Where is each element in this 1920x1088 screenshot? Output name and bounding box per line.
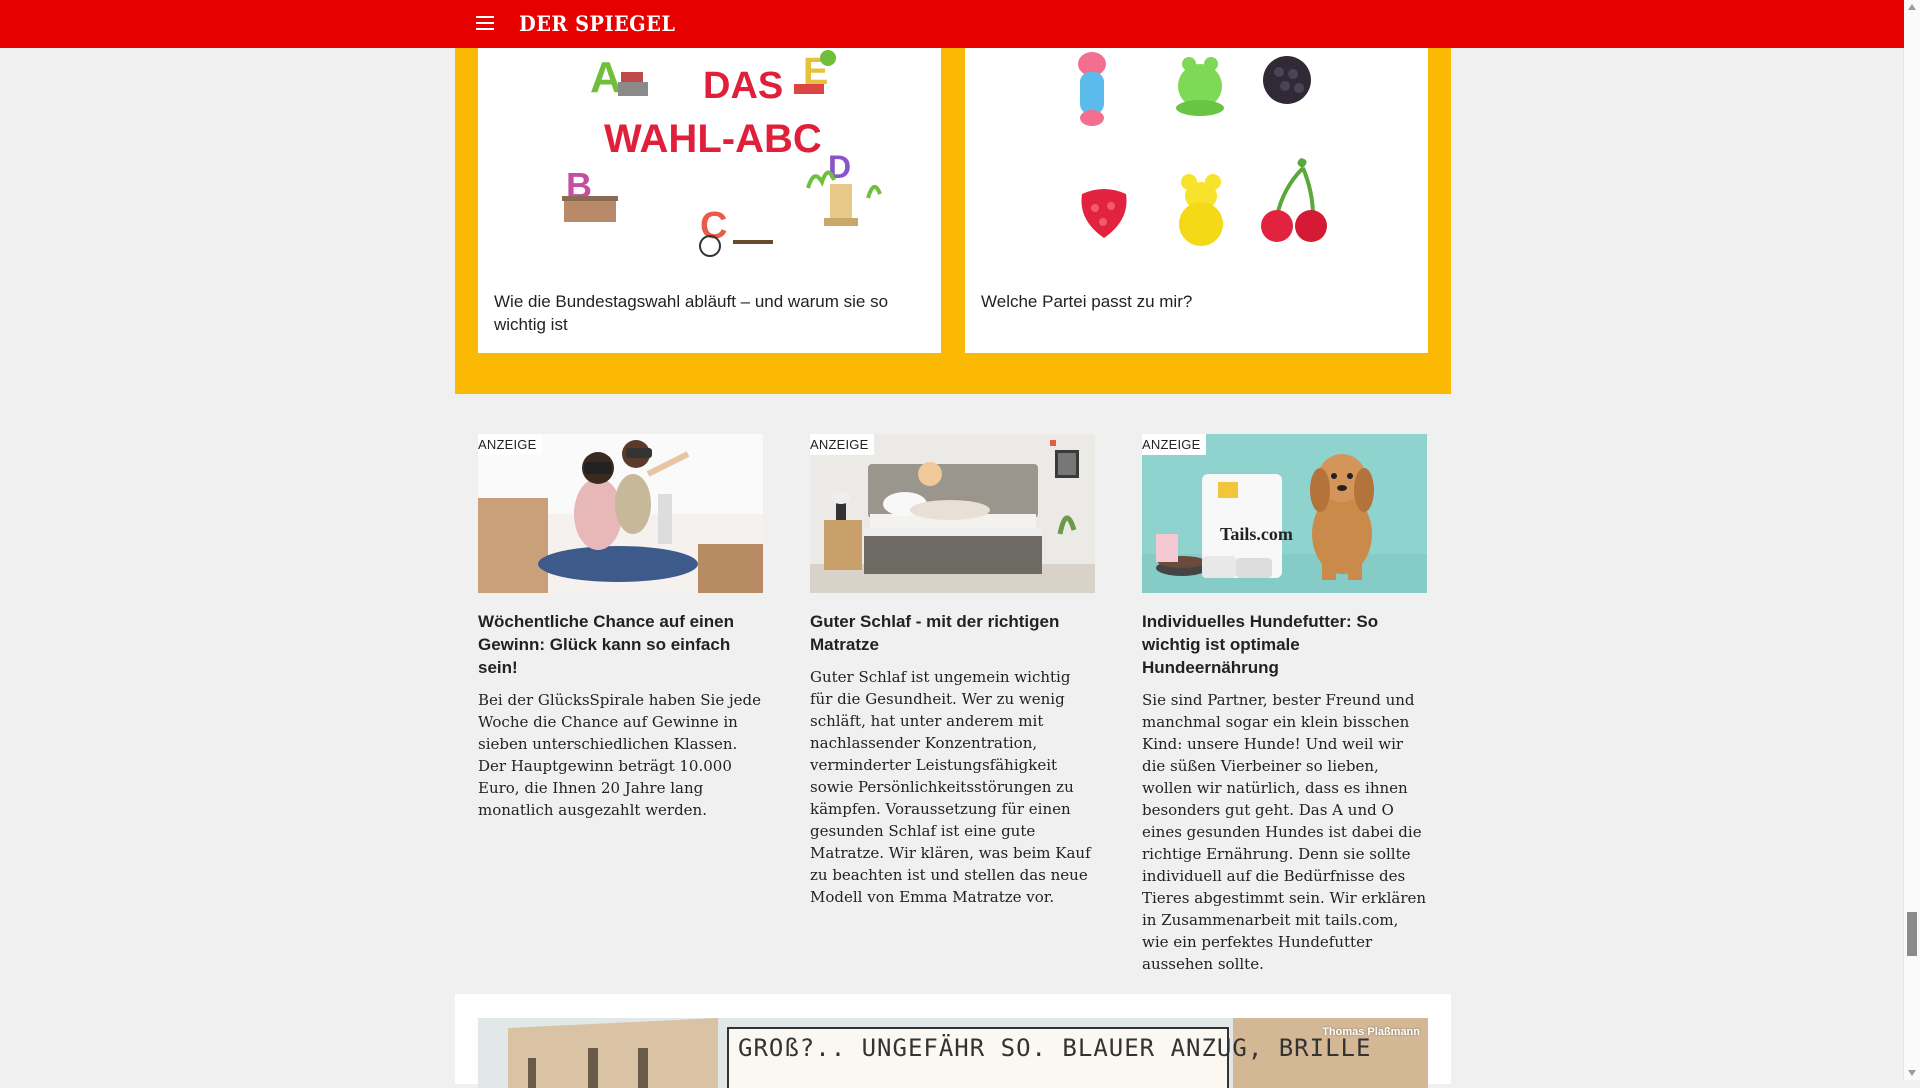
teaser-card-wahl-abc[interactable]: A E DAS WAHL-ABC B C D Wie die Bundestag…: [478, 48, 941, 353]
teaser-title[interactable]: Wie die Bundestagswahl abläuft – und war…: [494, 290, 924, 336]
top-navigation-bar: DER SPIEGEL: [0, 0, 1904, 48]
ad-teaser-gluecksspirale[interactable]: Anzeige Wöchentliche Chance auf einen Ge…: [478, 434, 763, 821]
letter-a-decoration: A: [590, 53, 622, 102]
ad-headline[interactable]: Guter Schlaf - mit der richtigen Matratz…: [810, 610, 1095, 656]
svg-text:D: D: [828, 149, 851, 185]
teaser-title[interactable]: Welche Partei passt zu mir?: [981, 290, 1411, 313]
ad-label: Anzeige: [1142, 434, 1207, 455]
svg-text:C: C: [700, 205, 727, 247]
ad-label: Anzeige: [810, 434, 875, 455]
ad-image-dog-food[interactable]: Anzeige Tails.com: [1142, 434, 1427, 593]
ad-headline[interactable]: Individuelles Hundefutter: So wichtig is…: [1142, 610, 1427, 679]
wahl-abc-title-line2: WAHL-ABC: [604, 117, 822, 161]
ad-image-vr-couple[interactable]: Anzeige: [478, 434, 763, 593]
ad-teaser-matratze[interactable]: Anzeige Guter Schlaf - mit der richtigen…: [810, 434, 1095, 908]
ad-image-bed[interactable]: Anzeige: [810, 434, 1095, 593]
spiegel-logo[interactable]: DER SPIEGEL: [519, 11, 675, 36]
election-teaser-section: A E DAS WAHL-ABC B C D Wie die Bundestag…: [455, 0, 1451, 394]
scroll-up-arrow-icon[interactable]: [1908, 4, 1916, 10]
teaser-card-partei-quiz[interactable]: Welche Partei passt zu mir?: [965, 48, 1428, 353]
ad-body-text: Bei der GlücksSpirale haben Sie jede Woc…: [478, 691, 761, 819]
cartoon-speech-text: GROß?.. UNGEFÄHR SO. BLAUER ANZUG, BRILL…: [738, 1034, 1372, 1062]
page-scrollbar[interactable]: [1903, 0, 1920, 1080]
ad-body-text: Sie sind Partner, bester Freund und manc…: [1142, 691, 1427, 973]
ad-teaser-hundefutter[interactable]: Anzeige Tails.com Individuelles: [1142, 434, 1427, 975]
ad-headline[interactable]: Wöchentliche Chance auf einen Gewinn: Gl…: [478, 610, 763, 679]
ad-label: Anzeige: [478, 434, 543, 455]
ad-body-text: Guter Schlaf ist ungemein wichtig für di…: [810, 668, 1091, 906]
hamburger-menu-icon[interactable]: [476, 16, 494, 30]
cartoon-image[interactable]: GROß?.. UNGEFÄHR SO. BLAUER ANZUG, BRILL…: [478, 1018, 1428, 1088]
wahl-abc-title-line1: DAS: [703, 65, 783, 107]
scrollbar-thumb[interactable]: [1907, 912, 1917, 956]
wahl-abc-illustration: A E DAS WAHL-ABC B C D: [478, 48, 941, 260]
tails-logo-text: Tails.com: [1220, 524, 1293, 544]
scroll-down-arrow-icon[interactable]: [1908, 1070, 1916, 1076]
gummy-candies-illustration: [965, 48, 1428, 260]
cartoon-section: GROß?.. UNGEFÄHR SO. BLAUER ANZUG, BRILL…: [455, 994, 1451, 1088]
cartoon-credit: Thomas Plaßmann: [1322, 1026, 1420, 1038]
